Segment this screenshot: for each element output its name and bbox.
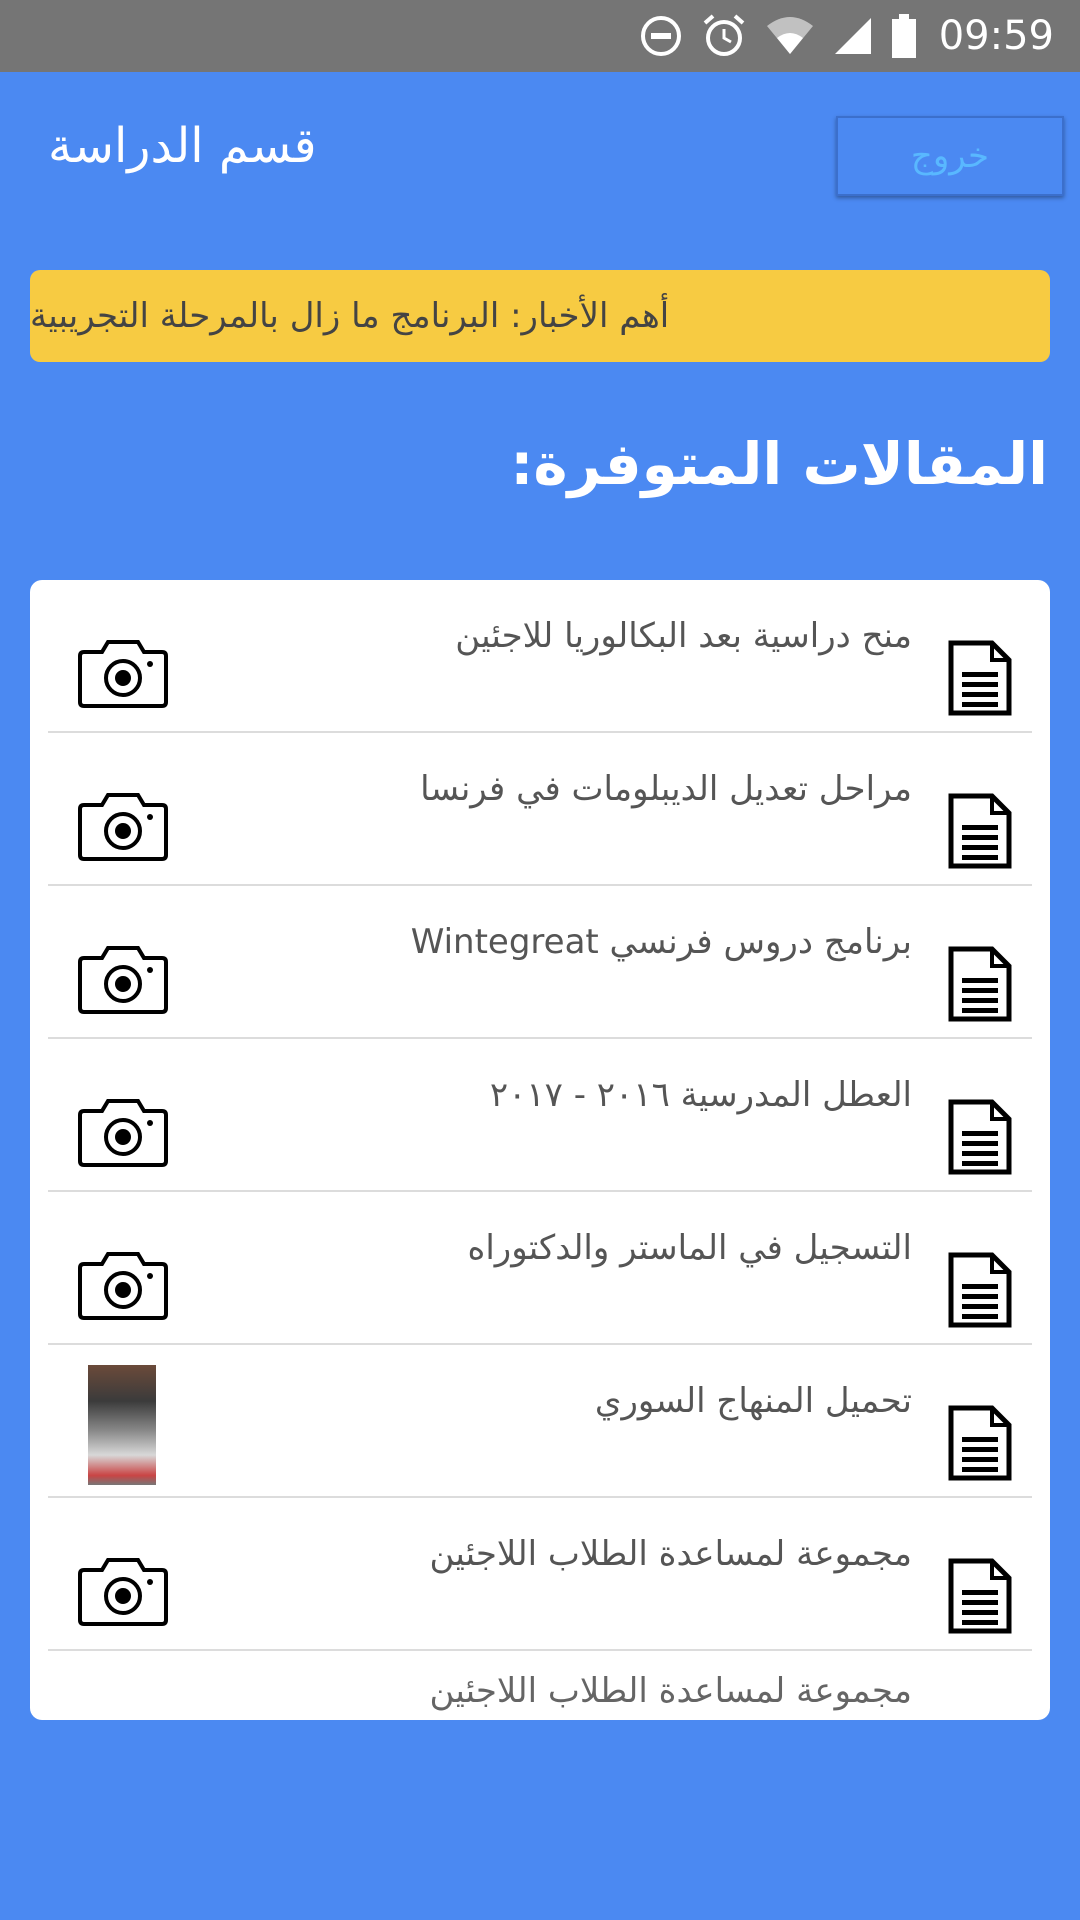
document-icon [948, 1405, 1012, 1481]
signal-icon [834, 18, 871, 54]
camera-icon [76, 944, 170, 1016]
document-icon [948, 1252, 1012, 1328]
article-title: التسجيل في الماستر والدكتوراه [467, 1228, 912, 1268]
article-title: منح دراسية بعد البكالوريا للاجئين [455, 616, 912, 656]
article-row[interactable]: مجموعة لمساعدة الطلاب اللاجئين [48, 1498, 1032, 1651]
article-title: مراحل تعديل الديبلومات في فرنسا [420, 769, 912, 809]
alarm-icon [703, 14, 745, 56]
article-title: برنامج دروس فرنسي Wintegreat [410, 922, 912, 962]
battery-icon [891, 14, 916, 58]
document-icon [948, 1558, 1012, 1634]
camera-icon [76, 638, 170, 710]
article-row[interactable]: منح دراسية بعد البكالوريا للاجئين [48, 580, 1032, 733]
news-text: أهم الأخبار: البرنامج ما زال بالمرحلة ال… [30, 296, 670, 336]
do-not-disturb-icon [640, 16, 681, 56]
article-row[interactable]: برنامج دروس فرنسي Wintegreat [48, 886, 1032, 1039]
document-icon [948, 946, 1012, 1022]
article-row[interactable]: تحميل المنهاج السوري [48, 1345, 1032, 1498]
article-title: مجموعة لمساعدة الطلاب اللاجئين [429, 1671, 912, 1711]
articles-card: منح دراسية بعد البكالوريا للاجئين مراحل … [30, 580, 1050, 1720]
document-icon [948, 793, 1012, 869]
wifi-icon [766, 17, 813, 54]
camera-icon [76, 1556, 170, 1628]
camera-icon [76, 1250, 170, 1322]
page-title: قسم الدراسة [48, 118, 317, 174]
section-title: المقالات المتوفرة: [510, 430, 1048, 498]
article-title: تحميل المنهاج السوري [594, 1381, 912, 1421]
article-thumbnail [88, 1365, 156, 1485]
camera-icon [76, 791, 170, 863]
camera-icon [76, 1097, 170, 1169]
article-row[interactable]: التسجيل في الماستر والدكتوراه [48, 1192, 1032, 1345]
status-time: 09:59 [938, 13, 1054, 59]
document-icon [948, 640, 1012, 716]
status-bar: 09:59 [0, 0, 1080, 72]
article-row[interactable]: مراحل تعديل الديبلومات في فرنسا [48, 733, 1032, 886]
article-title: مجموعة لمساعدة الطلاب اللاجئين [429, 1534, 912, 1574]
article-row[interactable]: مجموعة لمساعدة الطلاب اللاجئين [48, 1651, 1032, 1711]
document-icon [948, 1099, 1012, 1175]
news-banner: أهم الأخبار: البرنامج ما زال بالمرحلة ال… [30, 270, 1050, 362]
articles-list: منح دراسية بعد البكالوريا للاجئين مراحل … [48, 580, 1032, 1711]
logout-button[interactable]: خروج [836, 116, 1064, 196]
article-row[interactable]: العطل المدرسية ٢٠١٦ - ٢٠١٧ [48, 1039, 1032, 1192]
article-title: العطل المدرسية ٢٠١٦ - ٢٠١٧ [489, 1075, 912, 1115]
